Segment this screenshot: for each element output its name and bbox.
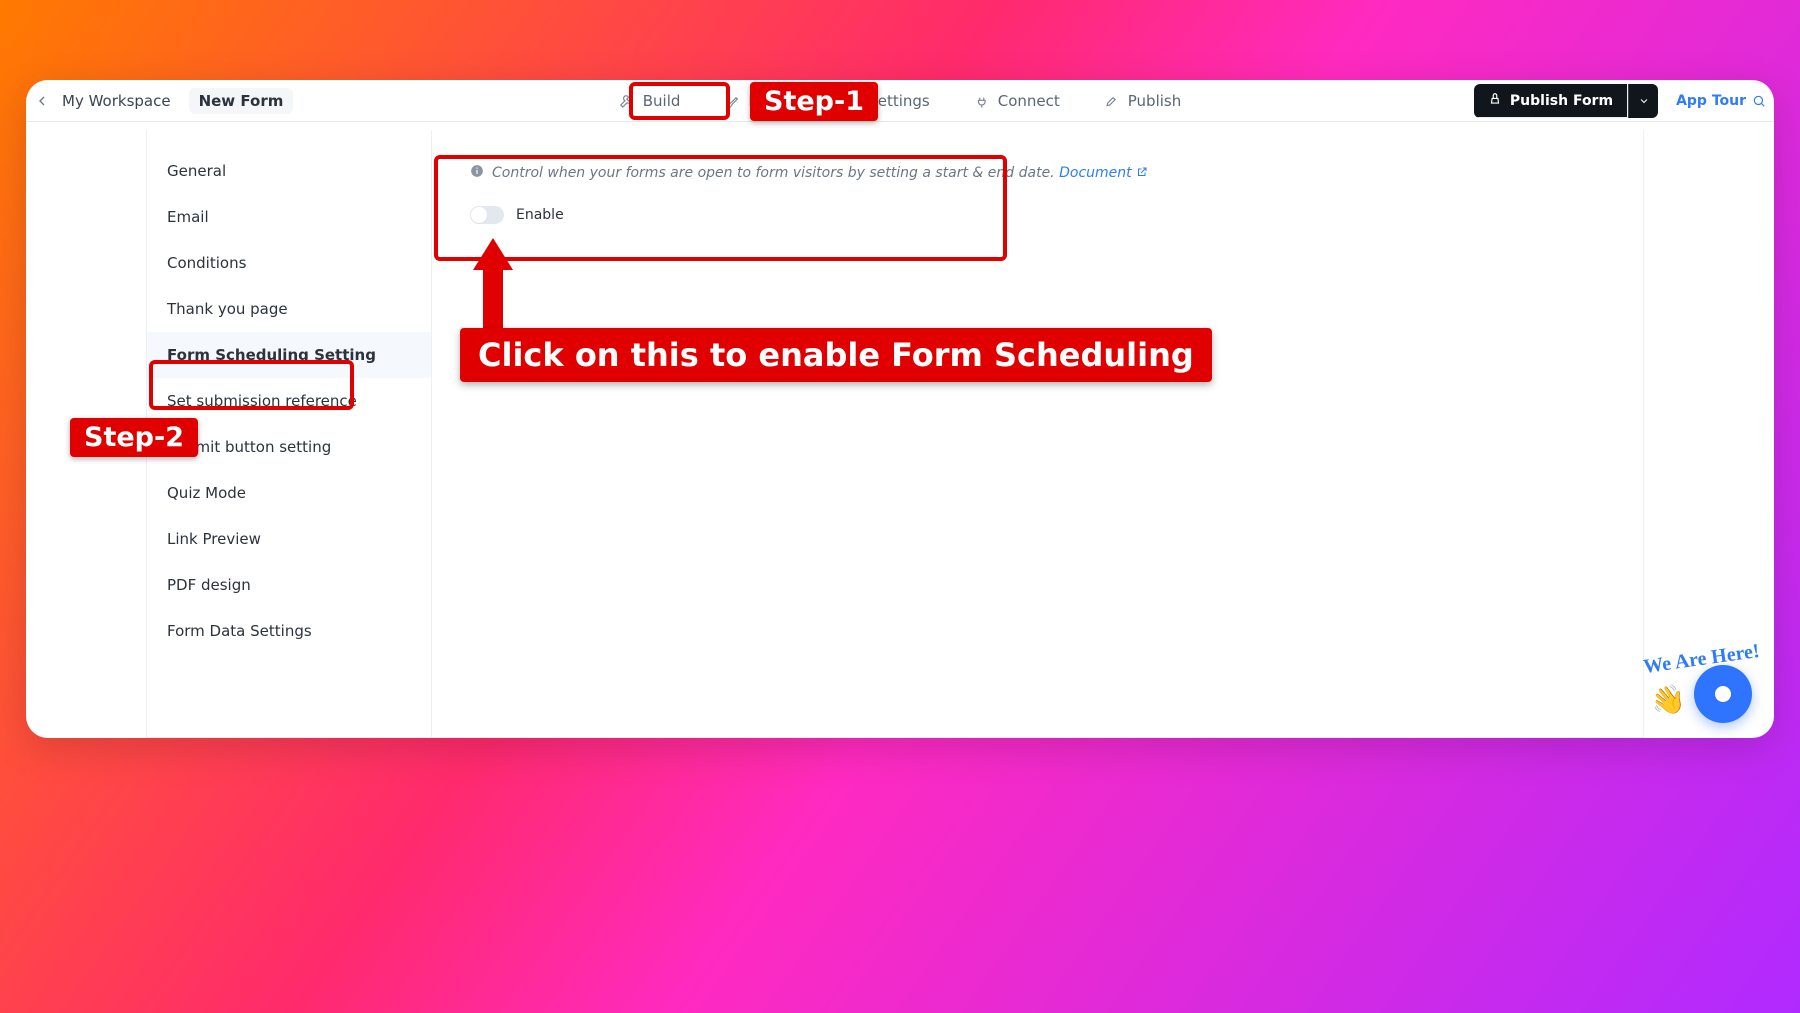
- breadcrumb: My Workspace New Form: [62, 88, 293, 114]
- anno-label-step2: Step-2: [70, 418, 198, 457]
- breadcrumb-workspace[interactable]: My Workspace: [62, 92, 171, 110]
- sidebar-item-form-scheduling[interactable]: Form Scheduling Setting: [147, 332, 431, 378]
- sidebar-item-link-preview[interactable]: Link Preview: [147, 516, 431, 562]
- search-icon: [1752, 94, 1766, 108]
- anno-callout: Click on this to enable Form Scheduling: [460, 328, 1212, 382]
- tab-publish[interactable]: Publish: [1082, 80, 1203, 122]
- tab-build[interactable]: Build: [597, 80, 703, 122]
- breadcrumb-form[interactable]: New Form: [189, 88, 294, 114]
- publish-form-button-group: Publish Form: [1474, 84, 1658, 118]
- plug-icon: [974, 93, 990, 109]
- sidebar-item-thank-you[interactable]: Thank you page: [147, 286, 431, 332]
- app-card: My Workspace New Form Build Design Setti…: [26, 80, 1774, 738]
- anno-label-step1: Step-1: [750, 82, 878, 121]
- info-icon: [470, 164, 484, 182]
- tab-publish-label: Publish: [1128, 92, 1181, 110]
- sidebar-item-conditions[interactable]: Conditions: [147, 240, 431, 286]
- right-actions: Publish Form App Tour: [1474, 84, 1768, 118]
- wrench-icon: [619, 93, 635, 109]
- sidebar-item-general[interactable]: General: [147, 148, 431, 194]
- chat-widget: We Are Here! 👋: [1643, 648, 1760, 723]
- settings-body: General Email Conditions Thank you page …: [146, 130, 1644, 738]
- topbar: My Workspace New Form Build Design Setti…: [26, 80, 1774, 122]
- tab-build-label: Build: [643, 92, 681, 110]
- rocket-icon: [1104, 93, 1120, 109]
- enable-toggle[interactable]: [470, 206, 504, 224]
- chat-button[interactable]: [1694, 665, 1752, 723]
- toggle-knob: [471, 207, 487, 223]
- enable-label: Enable: [516, 207, 564, 223]
- publish-form-dropdown[interactable]: [1628, 84, 1658, 118]
- document-link-label: Document: [1059, 165, 1132, 181]
- tap-icon: [1488, 92, 1502, 110]
- document-link[interactable]: Document: [1059, 165, 1148, 181]
- settings-main: Control when your forms are open to form…: [432, 130, 1644, 738]
- tab-connect[interactable]: Connect: [952, 80, 1082, 122]
- sidebar-item-email[interactable]: Email: [147, 194, 431, 240]
- app-tour-button[interactable]: App Tour: [1674, 87, 1768, 115]
- brush-icon: [724, 93, 740, 109]
- publish-form-label: Publish Form: [1510, 93, 1613, 109]
- publish-form-button[interactable]: Publish Form: [1474, 84, 1628, 118]
- back-arrow-icon[interactable]: [30, 89, 54, 113]
- sidebar-item-pdf-design[interactable]: PDF design: [147, 562, 431, 608]
- tab-connect-label: Connect: [998, 92, 1060, 110]
- sidebar-item-quiz-mode[interactable]: Quiz Mode: [147, 470, 431, 516]
- info-text: Control when your forms are open to form…: [492, 165, 1055, 181]
- chat-dot-icon: [1715, 686, 1731, 702]
- app-tour-label: App Tour: [1676, 93, 1746, 109]
- external-link-icon: [1136, 166, 1148, 178]
- tabs: Build Design Settings Connect Publish: [597, 80, 1203, 122]
- wave-icon: 👋: [1648, 681, 1688, 720]
- chevron-down-icon: [1638, 95, 1650, 107]
- sidebar-item-form-data[interactable]: Form Data Settings: [147, 608, 431, 654]
- scheduling-info: Control when your forms are open to form…: [456, 154, 1619, 280]
